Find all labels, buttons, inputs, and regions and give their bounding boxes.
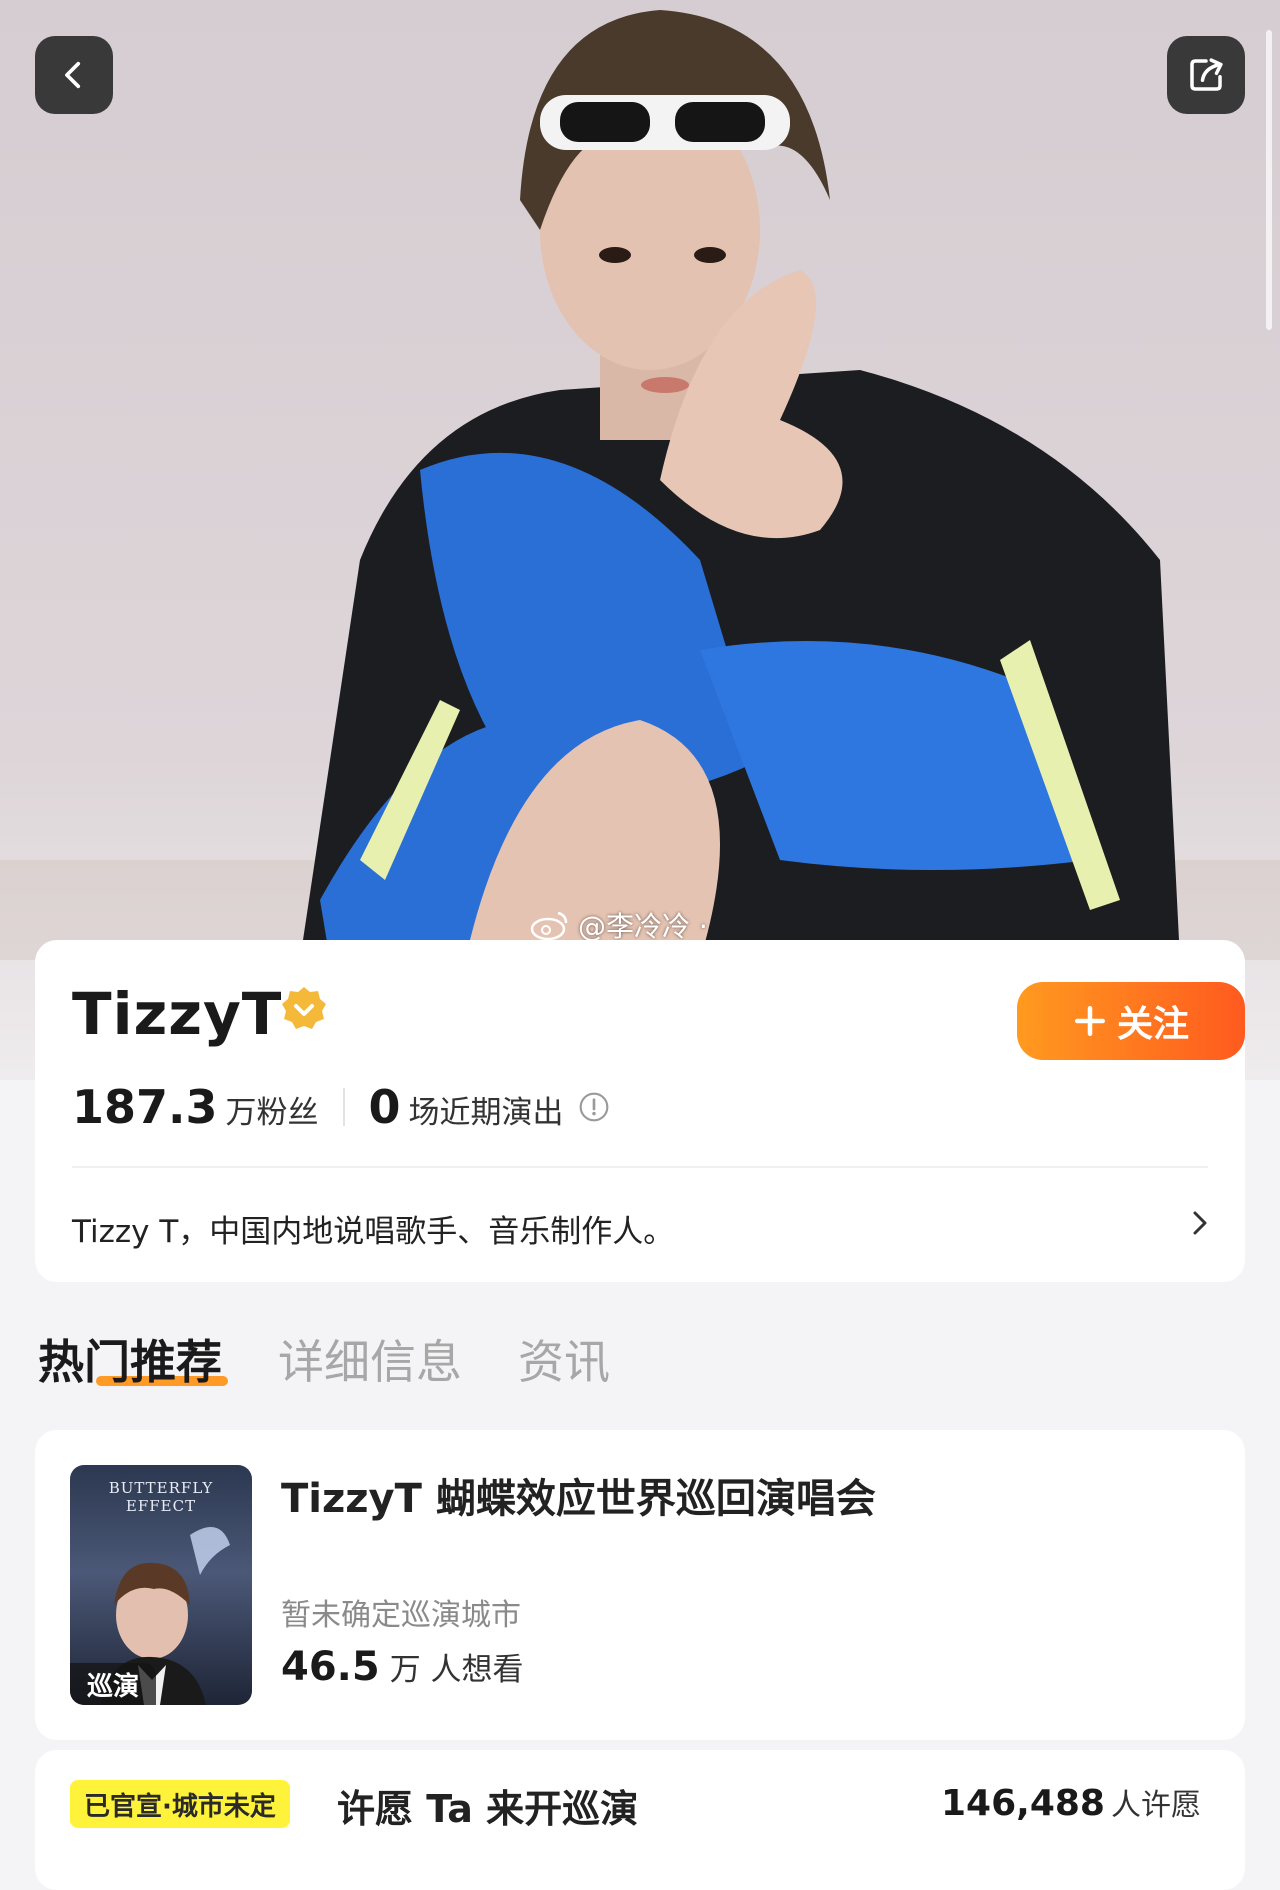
- wish-tour-text[interactable]: 许愿 Ta 来开巡演: [337, 1778, 638, 1833]
- fans-label: 万粉丝: [225, 1095, 319, 1131]
- want-count-number: 46.5: [281, 1644, 380, 1690]
- watermark: @李冷冷 ·: [530, 905, 708, 945]
- tour-event-card[interactable]: BUTTERFLY EFFECT 巡演 TizzyT 蝴蝶效应世界巡回演唱会 暂…: [35, 1430, 1245, 1740]
- share-button[interactable]: [1167, 36, 1245, 114]
- tab-label: 详细信息: [278, 1335, 462, 1389]
- want-to-see-count: 46.5 万 人想看: [281, 1644, 524, 1690]
- chevron-right-icon[interactable]: [1185, 1208, 1215, 1238]
- shows-label: 场近期演出: [408, 1095, 564, 1131]
- event-poster[interactable]: BUTTERFLY EFFECT 巡演: [70, 1465, 252, 1705]
- tour-tag: 巡演: [70, 1663, 156, 1705]
- tab-hot-recommend[interactable]: 热门推荐: [38, 1326, 228, 1392]
- wish-count-number: 146,488: [941, 1783, 1105, 1824]
- hero-banner: @李冷冷 ·: [0, 0, 1280, 1080]
- share-icon: [1190, 58, 1223, 91]
- card-divider: [72, 1166, 1208, 1168]
- watermark-text: @李冷冷 ·: [578, 910, 708, 943]
- plus-icon: [1074, 1005, 1106, 1037]
- tab-label: 资讯: [518, 1335, 610, 1389]
- announced-badge: 已官宣·城市未定: [70, 1780, 290, 1828]
- wish-count: 146,488 人许愿: [941, 1780, 1201, 1824]
- verified-badge-icon: [282, 987, 326, 1029]
- stats-row: 187.3 万粉丝 0 场近期演出: [72, 1080, 610, 1134]
- wish-count-label: 人许愿: [1110, 1788, 1201, 1823]
- event-city-status: 暂未确定巡演城市: [281, 1598, 521, 1633]
- tab-bar: 热门推荐 详细信息 资讯: [38, 1326, 610, 1392]
- artist-bio[interactable]: Tizzy T，中国内地说唱歌手、音乐制作人。: [72, 1206, 674, 1251]
- back-button[interactable]: [35, 36, 113, 114]
- chevron-left-icon: [65, 61, 81, 89]
- stats-divider: [342, 1088, 345, 1126]
- tab-details[interactable]: 详细信息: [278, 1326, 462, 1392]
- scrollbar-thumb[interactable]: [1266, 30, 1272, 330]
- tab-label: 热门推荐: [38, 1335, 222, 1389]
- tab-news[interactable]: 资讯: [518, 1326, 610, 1392]
- fans-count: 187.3: [72, 1080, 218, 1134]
- follow-button[interactable]: 关注: [1017, 982, 1245, 1060]
- want-count-label: 万 人想看: [389, 1652, 524, 1688]
- profile-card: TizzyT 关注 187.3 万粉丝 0 场近期演出 Tizzy T，中国内地…: [35, 940, 1245, 1282]
- wish-tour-card[interactable]: 已官宣·城市未定 许愿 Ta 来开巡演 146,488 人许愿: [35, 1750, 1245, 1890]
- event-title[interactable]: TizzyT 蝴蝶效应世界巡回演唱会: [281, 1466, 876, 1524]
- follow-label: 关注: [1116, 1004, 1189, 1045]
- info-icon[interactable]: [578, 1091, 610, 1123]
- weibo-icon: [530, 911, 568, 941]
- shows-count: 0: [368, 1080, 401, 1134]
- artist-name: TizzyT: [72, 980, 283, 1048]
